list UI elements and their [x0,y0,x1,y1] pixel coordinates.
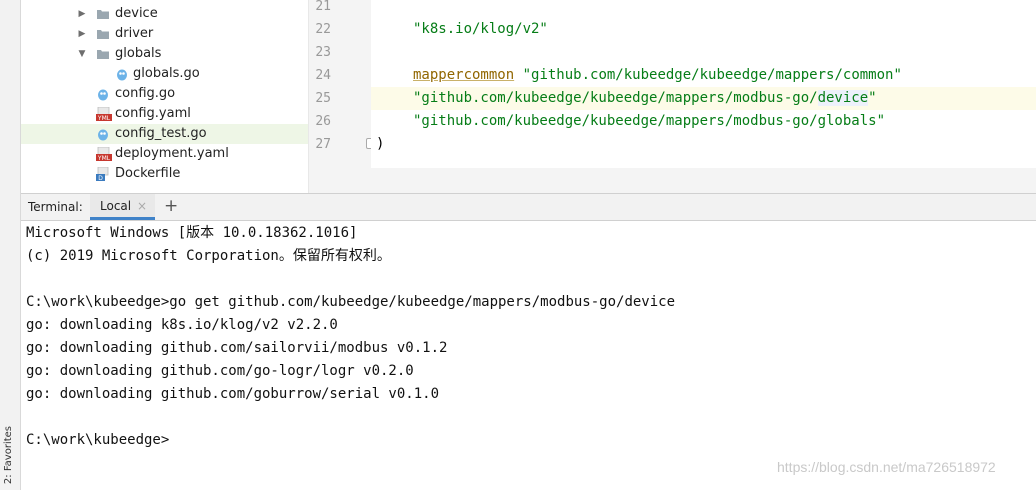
watermark: https://blog.csdn.net/ma726518972 [777,459,996,475]
terminal-line: C:\work\kubeedge>go get github.com/kubee… [26,294,676,310]
svg-text:D: D [98,175,103,181]
tree-item-config-test-go[interactable]: config_test.go [21,124,308,144]
tree-item-label: device [115,6,158,21]
terminal-title: Terminal: [28,200,83,214]
tree-item-label: deployment.yaml [115,146,229,161]
import-string: " [868,90,877,106]
code-line-27: ) [371,133,1036,156]
tree-item-label: globals [115,46,162,61]
svg-text:YML: YML [97,155,111,161]
code-line-25: "github.com/kubeedge/kubeedge/mappers/mo… [371,87,1036,110]
terminal-toolbar: Terminal: Local × + [21,193,1036,221]
line-number: 27 [315,137,331,152]
import-string: "github.com/kubeedge/kubeedge/mappers/mo… [413,90,818,106]
import-alias: mappercommon [413,67,515,83]
import-string: "github.com/kubeedge/kubeedge/mappers/co… [522,67,902,83]
favorites-tab[interactable]: 2: Favorites [3,426,14,484]
docker-file-icon: D [96,167,110,181]
tree-item-label: config_test.go [115,126,207,141]
line-number: 22 [315,22,331,37]
code-line-24: mappercommon "github.com/kubeedge/kubeed… [371,64,1036,87]
line-number: 23 [315,45,331,60]
terminal-line: go: downloading github.com/goburrow/seri… [26,386,440,402]
expanded-arrow-icon[interactable]: ▼ [77,44,87,64]
tree-item-config-yaml[interactable]: YML config.yaml [21,104,308,124]
tab-local[interactable]: Local × [90,194,155,220]
tree-item-device[interactable]: ▶ device [21,4,308,24]
code-editor[interactable]: "k8s.io/klog/v2" mappercommon "github.co… [371,0,1036,168]
go-file-icon [96,87,110,101]
line-number: 26 [315,114,331,129]
line-number: 24 [315,68,331,83]
terminal-output[interactable]: Microsoft Windows [版本 10.0.18362.1016] (… [21,221,1036,490]
tree-item-globals-go[interactable]: globals.go [21,64,308,84]
go-file-icon [115,67,129,81]
terminal-prompt[interactable]: C:\work\kubeedge> [26,429,169,452]
svg-text:YML: YML [97,115,111,121]
folder-icon [96,47,110,61]
editor-gutter: 21 22 23 24 25 26 27 [309,0,371,168]
code-line-22: "k8s.io/klog/v2" [371,18,1036,41]
terminal-line: (c) 2019 Microsoft Corporation。保留所有权利。 [26,248,391,264]
line-number: 21 [315,0,331,14]
close-paren: ) [376,136,385,152]
tree-item-config-go[interactable]: config.go [21,84,308,104]
editor-bottom-area [309,168,1036,193]
import-string-highlight: device [817,90,869,106]
close-icon[interactable]: × [137,199,147,213]
tree-item-label: globals.go [133,66,200,81]
project-tree: ▶ device ▶ driver ▼ globals globals.go c… [21,0,308,193]
tab-label: Local [100,199,132,213]
terminal-line: go: downloading github.com/go-logr/logr … [26,363,414,379]
import-string: "k8s.io/klog/v2" [413,21,548,37]
folder-icon [96,27,110,41]
tree-item-label: config.go [115,86,176,101]
tree-item-label: Dockerfile [115,166,181,181]
code-line-26: "github.com/kubeedge/kubeedge/mappers/mo… [371,110,1036,133]
tree-item-dockerfile[interactable]: D Dockerfile [21,164,308,184]
tree-item-label: config.yaml [115,106,191,121]
terminal-line: Microsoft Windows [版本 10.0.18362.1016] [26,225,358,241]
tree-item-deployment-yaml[interactable]: YML deployment.yaml [21,144,308,164]
collapsed-arrow-icon[interactable]: ▶ [77,4,87,24]
terminal-line: go: downloading k8s.io/klog/v2 v2.2.0 [26,317,338,333]
tree-item-driver[interactable]: ▶ driver [21,24,308,44]
folder-icon [96,7,110,21]
collapsed-arrow-icon[interactable]: ▶ [77,24,87,44]
favorites-strip: 2: Favorites [0,0,21,490]
tree-item-globals[interactable]: ▼ globals [21,44,308,64]
yaml-file-icon: YML [96,107,112,121]
go-test-file-icon [96,127,110,141]
yaml-file-icon: YML [96,147,112,161]
add-tab-icon[interactable]: + [164,196,178,216]
terminal-line: go: downloading github.com/sailorvii/mod… [26,340,448,356]
import-string: "github.com/kubeedge/kubeedge/mappers/mo… [413,113,886,129]
line-number: 25 [315,91,331,106]
tree-item-label: driver [115,26,154,41]
